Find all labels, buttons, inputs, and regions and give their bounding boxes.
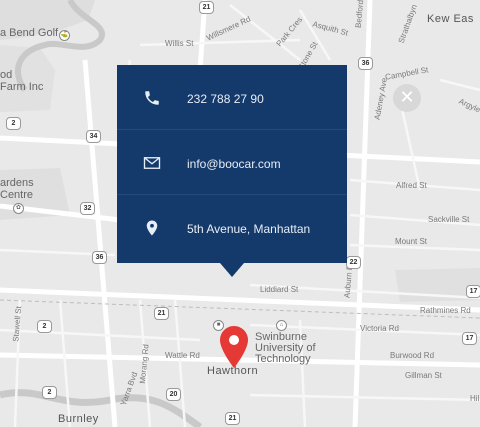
- route-shield-17: 17: [462, 332, 477, 345]
- golf-poi-icon: ⛳: [59, 30, 70, 41]
- map-label-burwood-rd: Burwood Rd: [390, 351, 435, 360]
- map-label-sackville-st: Sackville St: [428, 215, 470, 224]
- contact-info-card: 232 788 27 90 info@boocar.com 5th Avenue…: [117, 65, 347, 263]
- map-label-wattle-rd: Wattle Rd: [165, 351, 200, 360]
- route-shield-2: 2: [37, 320, 52, 333]
- location-pin-icon: [146, 220, 158, 236]
- map-label-hil: Hil: [470, 394, 480, 403]
- route-shield-21: 21: [154, 307, 169, 320]
- map-label-gardens-2: Centre: [0, 189, 34, 201]
- garden-poi-icon: ✿: [13, 203, 24, 214]
- route-shield-2: 2: [6, 117, 21, 130]
- map-label-gillman-st: Gillman St: [405, 371, 442, 380]
- map-label-swinburne-3: Technology: [255, 353, 311, 365]
- contact-phone-row[interactable]: 232 788 27 90: [117, 65, 347, 129]
- route-shield-17: 17: [466, 285, 480, 298]
- map-marker-icon[interactable]: [219, 325, 249, 369]
- map-label-kew-east: Kew Eas: [427, 13, 474, 25]
- map-label-victoria-rd: Victoria Rd: [360, 324, 399, 333]
- map-label-mount-st: Mount St: [395, 237, 428, 246]
- contact-address-text: 5th Avenue, Manhattan: [187, 222, 311, 236]
- phone-icon: [145, 91, 159, 105]
- map-label-farm-1: od: [0, 69, 13, 81]
- contact-email-row[interactable]: info@boocar.com: [117, 130, 347, 194]
- map-label-gardens-1: ardens: [0, 177, 34, 189]
- route-shield-21: 21: [225, 412, 240, 425]
- route-shield-34: 34: [86, 130, 101, 143]
- map-label-farm-2: Farm Inc: [0, 81, 44, 93]
- map-label-willis-st: Willis St: [165, 39, 194, 48]
- route-shield-2: 2: [42, 386, 57, 399]
- map-label-burnley: Burnley: [58, 413, 99, 425]
- contact-email-text: info@boocar.com: [187, 157, 281, 171]
- route-shield-32: 32: [80, 202, 95, 215]
- map-label-alfred-st: Alfred St: [396, 181, 427, 190]
- map-canvas[interactable]: a Bend Golf od Farm Inc ardens Centre Ke…: [0, 0, 480, 427]
- route-shield-20: 20: [166, 388, 181, 401]
- route-shield-22: 22: [346, 256, 361, 269]
- route-shield-21: 21: [199, 1, 214, 14]
- university-poi-icon: ⌂: [276, 320, 287, 331]
- contact-address-row[interactable]: 5th Avenue, Manhattan: [117, 195, 347, 259]
- map-label-golf: a Bend Golf: [0, 27, 59, 39]
- mail-icon: [143, 157, 161, 169]
- route-shield-36: 36: [358, 57, 373, 70]
- close-icon[interactable]: ✕: [393, 84, 421, 112]
- card-pointer: [220, 263, 244, 277]
- contact-phone-text: 232 788 27 90: [187, 92, 264, 106]
- route-shield-36: 36: [92, 251, 107, 264]
- map-label-liddiard-st: Liddiard St: [260, 285, 299, 294]
- map-label-rathmines-rd: Rathmines Rd: [420, 306, 471, 315]
